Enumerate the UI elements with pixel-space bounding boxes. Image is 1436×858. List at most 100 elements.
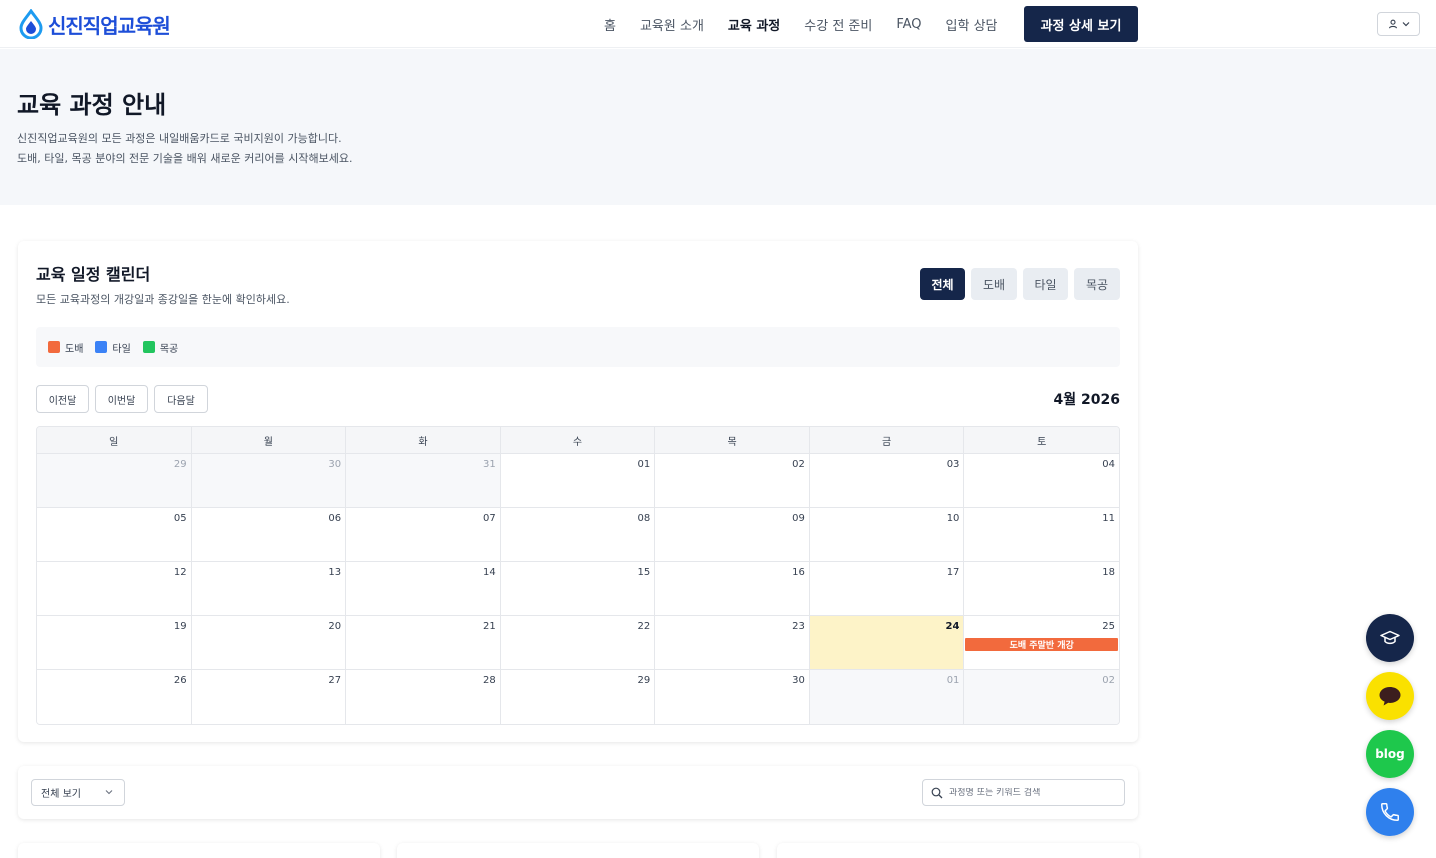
calendar-day[interactable]: 17 (809, 562, 965, 616)
calendar-day[interactable]: 30 (191, 454, 347, 508)
calendar-day[interactable]: 21 (346, 616, 501, 670)
calendar-day-number: 10 (946, 513, 960, 524)
calendar-day[interactable]: 19 (37, 616, 192, 670)
calendar-day-number: 25 (1102, 621, 1115, 632)
calendar-day-number: 12 (173, 567, 187, 578)
chat-bubble-icon (1379, 687, 1401, 706)
calendar-day[interactable]: 23 (655, 616, 810, 670)
course-card[interactable] (397, 843, 759, 858)
calendar-grid: 일 월 화 수 목 금 토 29 30 31 01 02 03 04 05 06 07 08 09 10… (36, 426, 1120, 725)
search-icon (931, 787, 943, 798)
prev-month-button[interactable]: 이전달 (36, 385, 89, 413)
course-card[interactable] (18, 843, 380, 858)
course-detail-button[interactable]: 과정 상세 보기 (1024, 6, 1138, 42)
legend-label-tile: 타일 (112, 343, 131, 355)
calendar-day[interactable]: 11 (964, 508, 1119, 562)
weekday-thu: 목 (655, 427, 810, 453)
calendar-day[interactable]: 29 (500, 670, 656, 724)
filter-wallpaper-button[interactable]: 도배 (971, 268, 1017, 300)
user-menu-button[interactable] (1377, 12, 1420, 36)
blog-button[interactable]: blog (1366, 730, 1414, 778)
nav-item-about[interactable]: 교육원 소개 (640, 15, 704, 34)
next-month-button[interactable]: 다음달 (154, 385, 208, 413)
calendar-card: 교육 일정 캘린더 모든 교육과정의 개강일과 종강일을 한눈에 확인하세요. … (18, 241, 1138, 742)
calendar-day[interactable]: 31 (346, 454, 501, 508)
calendar-day[interactable]: 29 (37, 454, 192, 508)
nav-item-home[interactable]: 홈 (604, 15, 616, 34)
nav-item-consult[interactable]: 입학 상담 (946, 15, 998, 34)
calendar-day[interactable]: 08 (500, 508, 656, 562)
calendar-day[interactable]: 07 (346, 508, 501, 562)
nav-item-faq[interactable]: FAQ (896, 17, 921, 32)
legend-label-carpentry: 목공 (159, 343, 179, 355)
current-month-button[interactable]: 이번달 (95, 385, 148, 413)
education-fab-button[interactable] (1366, 614, 1414, 662)
filter-tile-button[interactable]: 타일 (1023, 268, 1068, 300)
calendar-day[interactable]: 27 (191, 670, 347, 724)
kakao-chat-button[interactable] (1366, 672, 1414, 720)
chevron-down-icon (105, 790, 113, 795)
weekday-fri: 금 (810, 427, 965, 453)
search-input[interactable] (949, 787, 1109, 798)
legend-swatch-carpentry (142, 341, 155, 353)
calendar-days: 29 30 31 01 02 03 04 05 06 07 08 09 10 11 12 13 14 15 16 17… (37, 454, 1119, 724)
droplet-logo-icon (19, 9, 43, 39)
legend-swatch-wallpaper (48, 341, 60, 353)
category-select[interactable]: 전체 보기 (31, 779, 125, 806)
calendar-day[interactable]: 13 (191, 562, 347, 616)
filter-carpentry-button[interactable]: 목공 (1074, 268, 1120, 300)
user-icon (1388, 19, 1397, 29)
filter-all-button[interactable]: 전체 (920, 268, 965, 300)
calendar-day[interactable]: 28 (346, 670, 501, 724)
calendar-day-number: 15 (637, 567, 651, 578)
course-search-bar: 전체 보기 (18, 766, 1138, 819)
calendar-day-number: 29 (637, 675, 651, 686)
calendar-day[interactable]: 10 (809, 508, 965, 562)
calendar-day-number: 04 (1102, 459, 1115, 470)
nav-item-preparation[interactable]: 수강 전 준비 (804, 15, 872, 34)
site-header: 신진직업교육원 홈 교육원 소개 교육 과정 수강 전 준비 FAQ 입학 상담… (0, 0, 1436, 48)
calendar-day-today[interactable]: 24 (809, 616, 965, 670)
calendar-day-number: 24 (945, 621, 960, 632)
calendar-day[interactable]: 09 (655, 508, 810, 562)
hero-description-line-2: 도배, 타일, 목공 분야의 전문 기술을 배워 새로운 커리어를 시작해보세요… (17, 152, 353, 165)
calendar-day[interactable]: 16 (655, 562, 810, 616)
calendar-day[interactable]: 20 (191, 616, 347, 670)
calendar-day[interactable]: 02 (655, 454, 810, 508)
phone-call-button[interactable] (1366, 788, 1414, 836)
chevron-down-icon (1402, 22, 1409, 27)
calendar-day[interactable]: 04 (964, 454, 1119, 508)
calendar-weekday-header: 일 월 화 수 목 금 토 (37, 427, 1119, 454)
search-field[interactable] (922, 779, 1125, 806)
calendar-day[interactable]: 22 (500, 616, 656, 670)
calendar-day-number: 20 (328, 621, 342, 632)
blog-label: blog (1375, 747, 1405, 761)
calendar-day[interactable]: 26 (37, 670, 192, 724)
calendar-day[interactable]: 14 (346, 562, 501, 616)
calendar-day[interactable]: 25 도배 주말반 개강 (964, 616, 1119, 670)
course-card[interactable] (777, 843, 1139, 858)
calendar-day[interactable]: 03 (809, 454, 965, 508)
calendar-legend: 도배 타일 목공 (36, 327, 1120, 367)
calendar-day[interactable]: 02 (964, 670, 1119, 724)
site-logo[interactable]: 신진직업교육원 (18, 8, 171, 40)
calendar-day[interactable]: 12 (37, 562, 192, 616)
calendar-event[interactable]: 도배 주말반 개강 (965, 638, 1118, 651)
calendar-day[interactable]: 01 (809, 670, 965, 724)
calendar-day-number: 02 (1102, 675, 1115, 686)
calendar-day-number: 16 (792, 567, 805, 578)
calendar-day[interactable]: 01 (500, 454, 656, 508)
legend-item-tile: 타일 (95, 340, 131, 355)
calendar-day[interactable]: 06 (191, 508, 347, 562)
calendar-day-number: 28 (482, 675, 496, 686)
calendar-subtitle: 모든 교육과정의 개강일과 종강일을 한눈에 확인하세요. (36, 293, 290, 306)
calendar-day[interactable]: 15 (500, 562, 656, 616)
hero-section: 교육 과정 안내 신진직업교육원의 모든 과정은 내일배움카드로 국비지원이 가… (0, 49, 1436, 205)
calendar-day[interactable]: 18 (964, 562, 1119, 616)
calendar-day[interactable]: 05 (37, 508, 192, 562)
nav-item-courses[interactable]: 교육 과정 (728, 15, 780, 34)
calendar-day[interactable]: 30 (655, 670, 810, 724)
calendar-day-number: 22 (637, 621, 651, 632)
phone-icon (1381, 803, 1399, 821)
legend-swatch-tile (95, 341, 108, 353)
